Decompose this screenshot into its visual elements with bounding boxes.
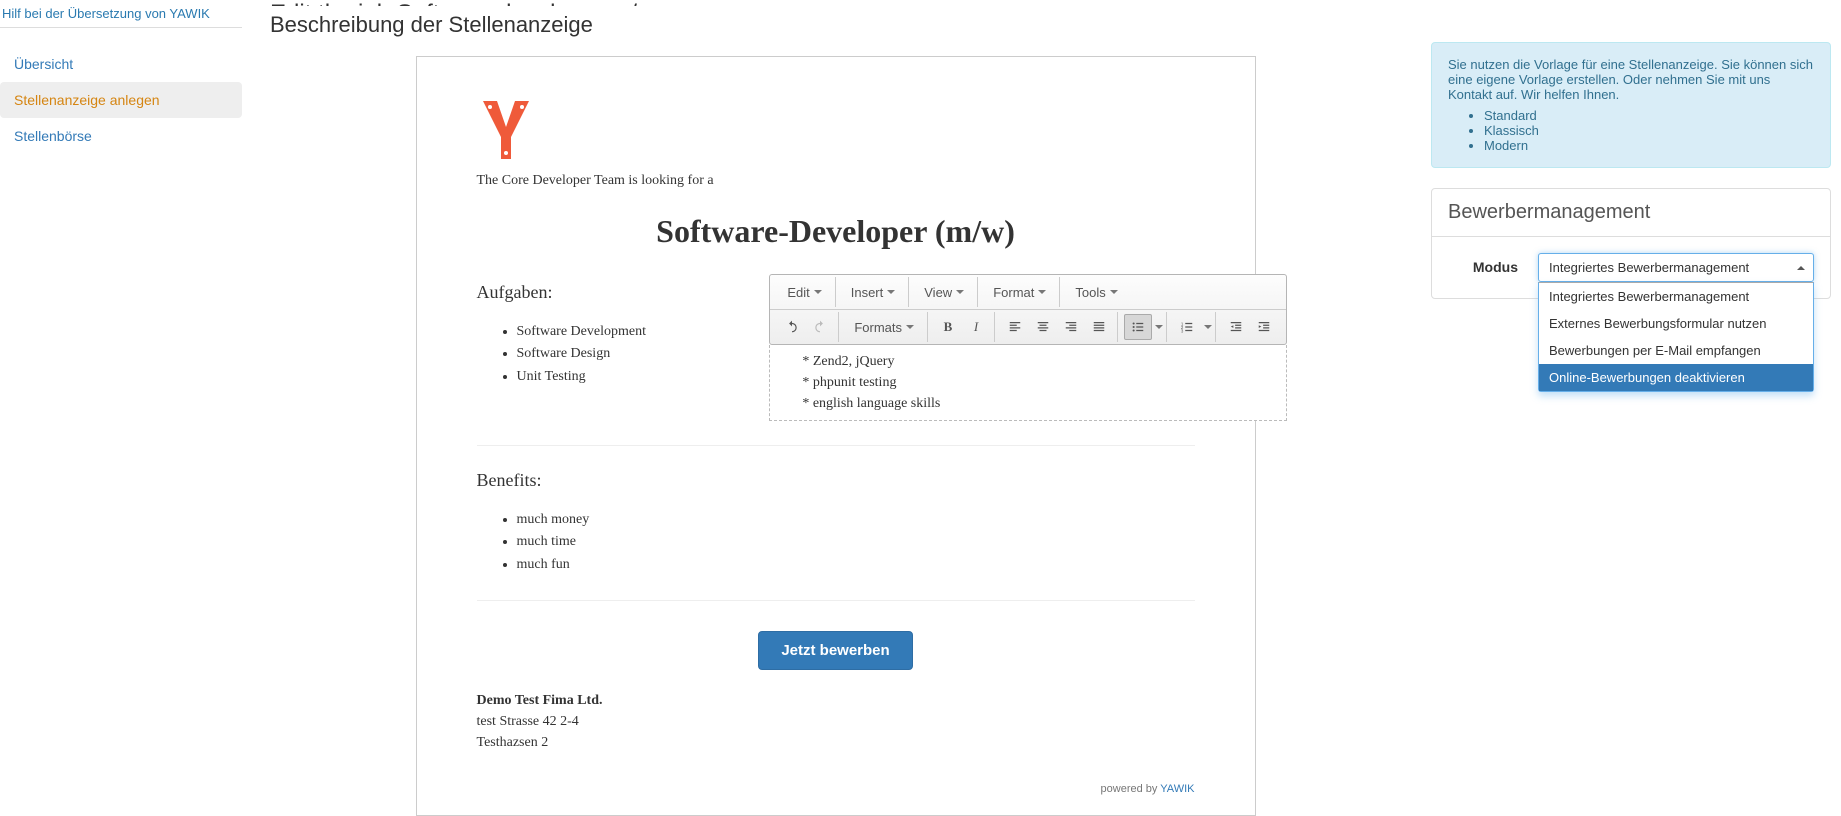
- nav-item[interactable]: Stellenbörse: [0, 118, 242, 154]
- nav: ÜbersichtStellenanzeige anlegenStellenbö…: [0, 46, 242, 154]
- company-block: Demo Test Fima Ltd. test Strasse 42 2-4 …: [477, 690, 1195, 753]
- company-address-1: test Strasse 42 2-4: [477, 711, 1195, 732]
- right-column: Sie nutzen die Vorlage für eine Stellena…: [1421, 0, 1841, 816]
- numbered-list-button[interactable]: 123: [1173, 314, 1201, 340]
- powered-link[interactable]: YAWIK: [1160, 783, 1194, 795]
- divider: [477, 600, 1195, 601]
- outdent-button[interactable]: [1222, 314, 1250, 340]
- company-name: Demo Test Fima Ltd.: [477, 690, 1195, 711]
- translate-link[interactable]: Hilf bei der Übersetzung von YAWIK: [0, 4, 242, 28]
- logo: [477, 97, 533, 163]
- editor-line[interactable]: * Zend2, jQuery: [802, 351, 1276, 372]
- modus-option[interactable]: Integriertes Bewerbermanagement: [1539, 283, 1813, 310]
- editor-line[interactable]: * phpunit testing: [802, 372, 1276, 393]
- page-title-cut: Edit the job Software developer m/w: [270, 0, 1401, 6]
- modus-dropdown: Integriertes BewerbermanagementExternes …: [1538, 282, 1814, 392]
- bullet-list-caret[interactable]: [1152, 314, 1162, 340]
- format-menu[interactable]: Format: [984, 279, 1055, 305]
- list-item: Software Design: [517, 343, 750, 365]
- info-box: Sie nutzen die Vorlage für eine Stellena…: [1431, 42, 1831, 168]
- svg-text:3: 3: [1181, 328, 1184, 333]
- list-item: Unit Testing: [517, 366, 750, 388]
- modus-label: Modus: [1448, 253, 1518, 275]
- tasks-list: Software DevelopmentSoftware DesignUnit …: [477, 321, 750, 388]
- undo-button[interactable]: [778, 314, 806, 340]
- company-address-2: Testhazsen 2: [477, 732, 1195, 753]
- list-item: much fun: [517, 554, 1195, 576]
- panel-title: Bewerbermanagement: [1432, 189, 1830, 236]
- nav-item[interactable]: Übersicht: [0, 46, 242, 82]
- section-title: Beschreibung der Stellenanzeige: [270, 12, 1401, 38]
- template-link[interactable]: Standard: [1484, 108, 1537, 123]
- modus-option[interactable]: Online-Bewerbungen deaktivieren: [1539, 364, 1813, 391]
- list-item: much time: [517, 531, 1195, 553]
- tasks-heading: Aufgaben:: [477, 282, 750, 303]
- indent-button[interactable]: [1250, 314, 1278, 340]
- apply-button[interactable]: Jetzt bewerben: [758, 631, 912, 670]
- italic-button[interactable]: I: [962, 314, 990, 340]
- team-line: The Core Developer Team is looking for a: [477, 173, 1195, 189]
- panel-bewerbermanagement: Bewerbermanagement Modus Integriertes Be…: [1431, 188, 1831, 299]
- align-left-button[interactable]: [1001, 314, 1029, 340]
- list-item: much money: [517, 509, 1195, 531]
- job-frame: The Core Developer Team is looking for a…: [416, 56, 1256, 816]
- template-link[interactable]: Modern: [1484, 138, 1528, 153]
- nav-item[interactable]: Stellenanzeige anlegen: [0, 82, 242, 118]
- modus-option[interactable]: Bewerbungen per E-Mail empfangen: [1539, 337, 1813, 364]
- redo-button[interactable]: [806, 314, 834, 340]
- list-item: Software Development: [517, 321, 750, 343]
- job-title: Software-Developer (m/w): [477, 213, 1195, 250]
- numbered-list-caret[interactable]: [1201, 314, 1211, 340]
- edit-menu[interactable]: Edit: [778, 279, 830, 305]
- align-right-button[interactable]: [1057, 314, 1085, 340]
- modus-select[interactable]: Integriertes Bewerbermanagement: [1538, 253, 1814, 282]
- info-text: Sie nutzen die Vorlage für eine Stellena…: [1448, 57, 1813, 102]
- formats-button[interactable]: Formats: [845, 314, 923, 340]
- template-link[interactable]: Klassisch: [1484, 123, 1539, 138]
- editor-line[interactable]: * english language skills: [802, 393, 1276, 414]
- editor-toolbar: Edit Insert View Format Tools Formats B: [769, 274, 1287, 345]
- align-justify-button[interactable]: [1085, 314, 1113, 340]
- modus-option[interactable]: Externes Bewerbungsformular nutzen: [1539, 310, 1813, 337]
- sidebar: Hilf bei der Übersetzung von YAWIK Übers…: [0, 0, 250, 816]
- align-center-button[interactable]: [1029, 314, 1057, 340]
- benefits-heading: Benefits:: [477, 470, 1195, 491]
- bold-button[interactable]: B: [934, 314, 962, 340]
- bullet-list-button[interactable]: [1124, 314, 1152, 340]
- tools-menu[interactable]: Tools: [1066, 279, 1126, 305]
- insert-menu[interactable]: Insert: [842, 279, 905, 305]
- powered-by: powered by YAWIK: [477, 783, 1195, 795]
- benefits-list: much moneymuch timemuch fun: [477, 509, 1195, 576]
- editor-content[interactable]: * Zend2, jQuery* phpunit testing* englis…: [769, 345, 1287, 421]
- divider: [477, 445, 1195, 446]
- view-menu[interactable]: View: [915, 279, 973, 305]
- main: Edit the job Software developer m/w Besc…: [250, 0, 1421, 816]
